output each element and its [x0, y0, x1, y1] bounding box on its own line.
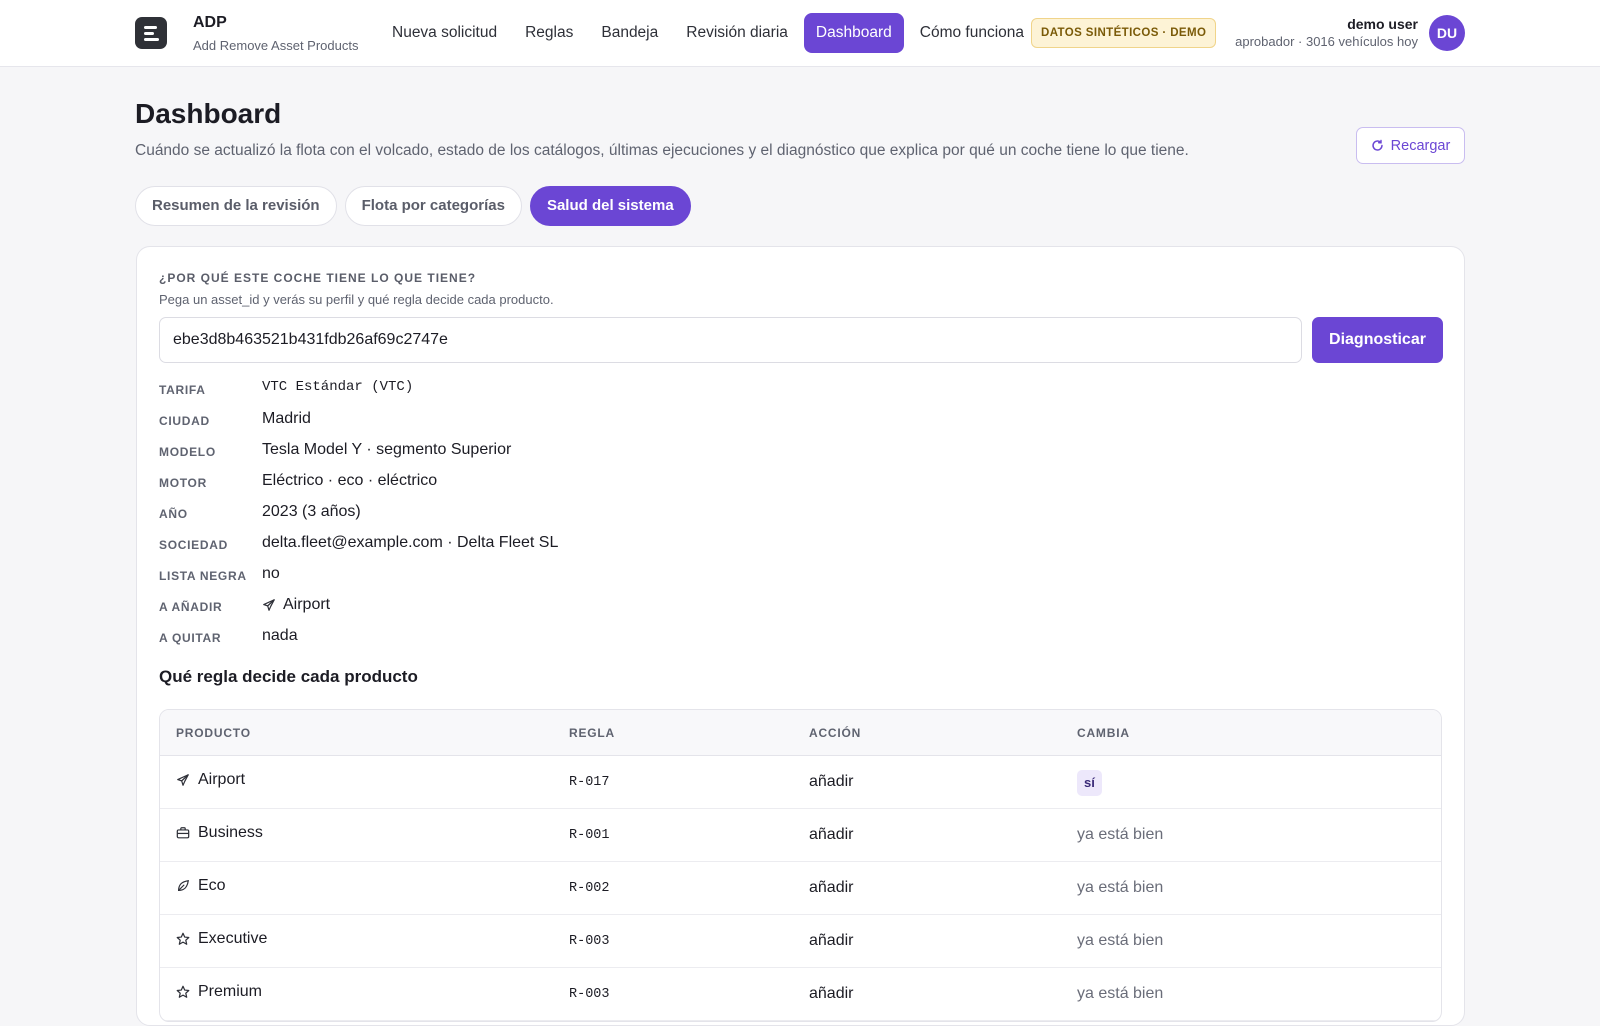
- profile-key: LISTA NEGRA: [159, 569, 247, 583]
- leaf-icon: [176, 879, 190, 893]
- main-nav: Nueva solicitud Reglas Bandeja Revisión …: [380, 13, 1036, 53]
- action-cell: añadir: [809, 773, 854, 790]
- asset-id-input[interactable]: [159, 317, 1302, 363]
- change-cell: ya está bien: [1077, 932, 1164, 949]
- rules-section-title: Qué regla decide cada producto: [159, 667, 418, 686]
- table-row: Executive R-003 añadir ya está bien: [160, 915, 1441, 968]
- profile-value-quitar: nada: [262, 627, 298, 644]
- product-name: Premium: [198, 983, 263, 1000]
- app-subtitle: Add Remove Asset Products: [193, 38, 359, 53]
- product-cell: Airport: [176, 771, 245, 789]
- action-cell: añadir: [809, 879, 854, 896]
- page-title: Dashboard: [135, 98, 282, 129]
- change-cell: ya está bien: [1077, 826, 1164, 843]
- rules-table: PRODUCTO REGLA ACCIÓN CAMBIA Airport R-0…: [159, 709, 1442, 1022]
- tab-resumen-revision[interactable]: Resumen de la revisión: [135, 186, 337, 226]
- profile-key: AÑO: [159, 507, 188, 521]
- profile-value-sociedad: delta.fleet@example.com · Delta Fleet SL: [262, 534, 559, 551]
- column-header-producto: PRODUCTO: [176, 726, 251, 740]
- page-description: Cuándo se actualizó la flota con el volc…: [135, 142, 1189, 159]
- diagnostic-card: ¿POR QUÉ ESTE COCHE TIENE LO QUE TIENE? …: [136, 246, 1465, 1026]
- table-row: Premium R-003 añadir ya está bien: [160, 968, 1441, 1021]
- rule-cell: R-017: [569, 775, 610, 790]
- tab-salud-sistema[interactable]: Salud del sistema: [529, 186, 691, 226]
- reload-label: Recargar: [1390, 137, 1451, 154]
- action-cell: añadir: [809, 826, 854, 843]
- profile-key: TARIFA: [159, 383, 206, 397]
- briefcase-icon: [176, 826, 190, 840]
- product-cell: Executive: [176, 930, 267, 948]
- change-badge: sí: [1077, 770, 1102, 796]
- product-cell: Premium: [176, 983, 262, 1001]
- profile-key: A QUITAR: [159, 631, 222, 645]
- app-logo-icon[interactable]: [135, 17, 167, 49]
- profile-key: A AÑADIR: [159, 600, 223, 614]
- column-header-cambia: CAMBIA: [1077, 726, 1130, 740]
- star-icon: [176, 985, 190, 999]
- change-cell: ya está bien: [1077, 879, 1164, 896]
- profile-value-motor: Eléctrico · eco · eléctrico: [262, 472, 438, 489]
- top-bar: ADP Add Remove Asset Products Nueva soli…: [0, 0, 1600, 67]
- dashboard-tabs: Resumen de la revisión Flota por categor…: [135, 186, 691, 226]
- rule-cell: R-001: [569, 828, 610, 843]
- tab-flota-categorias[interactable]: Flota por categorías: [344, 186, 522, 226]
- diagnostic-heading: ¿POR QUÉ ESTE COCHE TIENE LO QUE TIENE?: [159, 271, 477, 285]
- profile-key: MODELO: [159, 445, 216, 459]
- column-header-regla: REGLA: [569, 726, 615, 740]
- profile-key: MOTOR: [159, 476, 207, 490]
- action-cell: añadir: [809, 932, 854, 949]
- action-cell: añadir: [809, 985, 854, 1002]
- app-title: ADP: [193, 14, 227, 31]
- diagnostic-help-text: Pega un asset_id y verás su perfil y qué…: [159, 292, 554, 307]
- product-name: Airport: [198, 771, 246, 788]
- table-row: Airport R-017 añadir sí: [160, 756, 1441, 809]
- column-header-accion: ACCIÓN: [809, 726, 862, 740]
- nav-item-nueva-solicitud[interactable]: Nueva solicitud: [380, 13, 509, 53]
- profile-key: CIUDAD: [159, 414, 210, 428]
- plane-icon: [262, 598, 276, 612]
- table-row: Eco R-002 añadir ya está bien: [160, 862, 1441, 915]
- nav-item-como-funciona[interactable]: Cómo funciona: [908, 13, 1036, 53]
- profile-key: SOCIEDAD: [159, 538, 228, 552]
- profile-anadir-text: Airport: [283, 596, 331, 613]
- user-name: demo user: [1347, 16, 1418, 32]
- plane-icon: [176, 773, 190, 787]
- diagnose-button[interactable]: Diagnosticar: [1312, 317, 1443, 363]
- rule-cell: R-003: [569, 934, 610, 949]
- star-icon: [176, 932, 190, 946]
- demo-data-badge: DATOS SINTÉTICOS · DEMO: [1031, 18, 1217, 48]
- rule-cell: R-002: [569, 881, 610, 896]
- product-cell: Business: [176, 824, 263, 842]
- profile-value-tarifa: VTC Estándar (VTC): [262, 379, 414, 395]
- nav-item-dashboard[interactable]: Dashboard: [803, 13, 904, 53]
- product-name: Executive: [198, 930, 268, 947]
- change-cell: sí: [1077, 770, 1102, 799]
- profile-value-lista-negra: no: [262, 565, 280, 582]
- nav-item-bandeja[interactable]: Bandeja: [589, 13, 670, 53]
- refresh-icon: [1371, 139, 1384, 152]
- table-header: PRODUCTO REGLA ACCIÓN CAMBIA: [160, 710, 1441, 756]
- profile-value-modelo: Tesla Model Y · segmento Superior: [262, 441, 512, 458]
- product-cell: Eco: [176, 877, 226, 895]
- user-meta: aprobador · 3016 vehículos hoy: [1235, 34, 1418, 49]
- table-row: Business R-001 añadir ya está bien: [160, 809, 1441, 862]
- reload-button[interactable]: Recargar: [1356, 127, 1465, 164]
- nav-item-reglas[interactable]: Reglas: [513, 13, 585, 53]
- profile-value-anadir: Airport: [262, 596, 330, 614]
- profile-value-anio: 2023 (3 años): [262, 503, 361, 520]
- change-cell: ya está bien: [1077, 985, 1164, 1002]
- nav-item-revision-diaria[interactable]: Revisión diaria: [674, 13, 800, 53]
- product-name: Eco: [198, 877, 226, 894]
- product-name: Business: [198, 824, 263, 841]
- profile-value-ciudad: Madrid: [262, 410, 311, 427]
- user-avatar[interactable]: DU: [1429, 15, 1465, 51]
